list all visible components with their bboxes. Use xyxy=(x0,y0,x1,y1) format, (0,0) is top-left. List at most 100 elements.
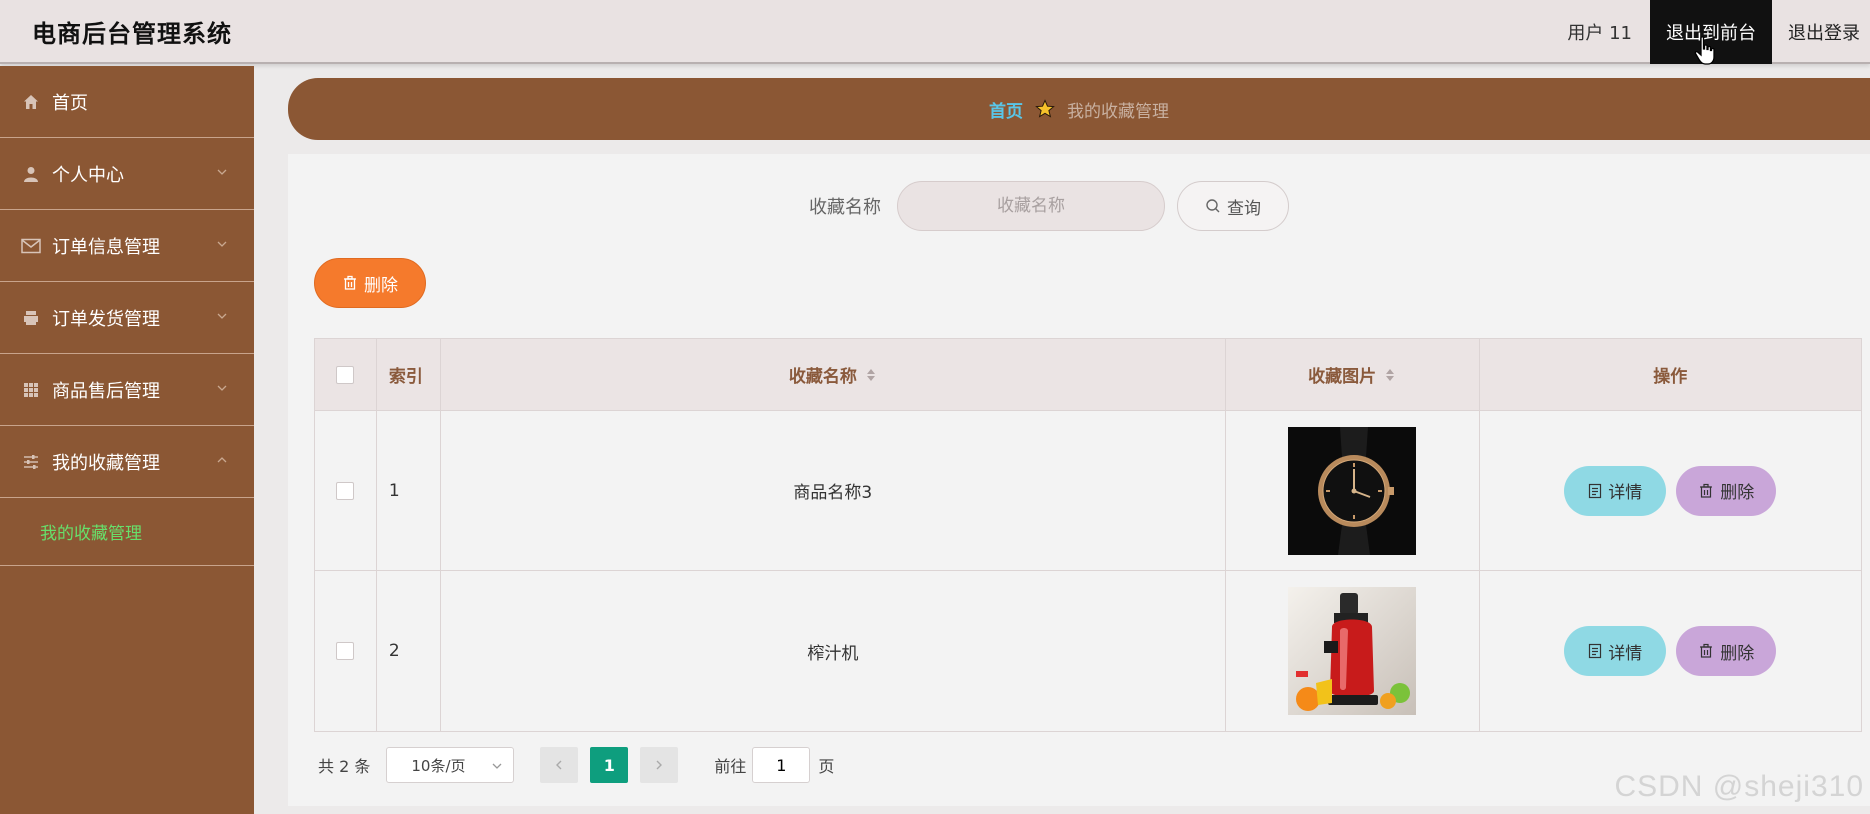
row-delete-button[interactable]: 删除 xyxy=(1676,626,1777,676)
chevron-left-icon xyxy=(556,760,562,770)
user-icon xyxy=(20,163,42,185)
chevron-down-icon xyxy=(217,313,227,319)
row-delete-button[interactable]: 删除 xyxy=(1676,465,1777,516)
sidebar-subitem-label: 我的收藏管理 xyxy=(40,524,142,544)
row-index: 1 xyxy=(377,411,441,570)
detail-button-label: 详情 xyxy=(1608,643,1643,664)
sidebar-item-favorites[interactable]: 我的收藏管理 xyxy=(0,426,254,498)
sort-icon xyxy=(1386,368,1395,381)
table-row: 1 商品名称3 详情 删除 xyxy=(315,411,1861,571)
juicer-image xyxy=(1288,587,1417,715)
hand-cursor-icon xyxy=(1694,36,1715,65)
trash-icon xyxy=(344,275,356,290)
header-checkbox-cell xyxy=(315,339,377,410)
search-bar: 收藏名称 查询 xyxy=(288,180,1870,232)
batch-delete-button[interactable]: 删除 xyxy=(314,258,426,308)
watermark: CSDN @sheji310 xyxy=(1614,770,1864,803)
current-user-label: 用户 11 xyxy=(1567,23,1632,44)
page-size-select[interactable]: 10条/页 xyxy=(386,747,515,783)
detail-button[interactable]: 详情 xyxy=(1564,465,1667,516)
sidebar-item-label: 订单信息管理 xyxy=(52,236,160,258)
document-icon xyxy=(1589,483,1602,498)
table-header-row: 索引 收藏名称 收藏图片 操作 xyxy=(315,339,1861,411)
row-actions: 详情 删除 xyxy=(1480,411,1862,570)
header-actions: 用户 11 退出到前台 退出登录 xyxy=(1549,0,1870,65)
page-size-value: 10条/页 xyxy=(411,756,466,775)
header-image[interactable]: 收藏图片 xyxy=(1226,339,1480,410)
page-unit-label: 页 xyxy=(818,757,835,776)
sidebar-item-label: 个人中心 xyxy=(52,164,124,186)
search-label: 收藏名称 xyxy=(809,197,881,218)
exit-to-front-button[interactable]: 退出到前台 xyxy=(1650,0,1772,65)
detail-button[interactable]: 详情 xyxy=(1564,626,1667,676)
row-image-cell xyxy=(1226,411,1480,570)
row-checkbox-cell xyxy=(315,571,377,731)
sidebar-subitem-my-favorites[interactable]: 我的收藏管理 xyxy=(0,498,254,566)
sidebar: 首页 个人中心 订单信息管理 订单发货管理 商品售后管理 我的收藏管理 我的收藏… xyxy=(0,66,254,814)
chevron-down-icon xyxy=(217,385,227,391)
select-all-checkbox[interactable] xyxy=(336,365,355,384)
breadcrumb-current: 我的收藏管理 xyxy=(1067,101,1169,122)
sidebar-item-profile[interactable]: 个人中心 xyxy=(0,138,254,210)
header-name[interactable]: 收藏名称 xyxy=(441,339,1226,410)
sidebar-item-orders[interactable]: 订单信息管理 xyxy=(0,210,254,282)
favorites-table: 索引 收藏名称 收藏图片 操作 1 商品名称3 详情 删除 2 榨汁机 详情 删… xyxy=(314,338,1862,732)
home-icon xyxy=(20,91,42,113)
top-header: 电商后台管理系统 用户 11 退出到前台 退出登录 xyxy=(0,0,1870,65)
search-icon xyxy=(1206,199,1220,213)
sidebar-item-label: 我的收藏管理 xyxy=(52,452,160,474)
row-name: 榨汁机 xyxy=(441,571,1226,731)
header-image-label: 收藏图片 xyxy=(1308,367,1377,387)
sidebar-item-label: 商品售后管理 xyxy=(52,380,160,402)
chevron-up-icon xyxy=(217,457,227,463)
query-button-label: 查询 xyxy=(1227,198,1261,219)
search-input[interactable] xyxy=(897,181,1165,231)
row-checkbox[interactable] xyxy=(336,642,355,660)
row-name: 商品名称3 xyxy=(441,411,1226,570)
sidebar-item-home[interactable]: 首页 xyxy=(0,66,254,138)
goto-page-input[interactable] xyxy=(752,747,811,783)
row-image-cell xyxy=(1226,571,1480,731)
chevron-down-icon xyxy=(217,169,227,175)
sort-icon xyxy=(866,368,875,381)
grid-icon xyxy=(20,379,42,401)
chevron-down-icon xyxy=(492,763,502,769)
sidebar-item-label: 订单发货管理 xyxy=(52,308,160,330)
wristwatch-image xyxy=(1288,426,1417,555)
sidebar-item-shipping[interactable]: 订单发货管理 xyxy=(0,282,254,354)
row-actions: 详情 删除 xyxy=(1480,571,1862,731)
sliders-icon xyxy=(20,451,42,473)
breadcrumb: 首页 我的收藏管理 xyxy=(288,78,1870,140)
row-delete-label: 删除 xyxy=(1720,643,1755,664)
row-checkbox[interactable] xyxy=(336,481,355,500)
table-row: 2 榨汁机 详情 删除 xyxy=(315,571,1861,731)
pagination-total: 共 2 条 xyxy=(318,757,371,776)
detail-button-label: 详情 xyxy=(1608,483,1643,503)
main-panel: 收藏名称 查询 删除 索引 收藏名称 收藏图片 操作 1 xyxy=(288,154,1870,806)
page-number-1[interactable]: 1 xyxy=(590,747,629,783)
logout-button[interactable]: 退出登录 xyxy=(1772,19,1870,45)
row-index: 2 xyxy=(377,571,441,731)
header-action: 操作 xyxy=(1653,367,1688,387)
printer-icon xyxy=(20,307,42,329)
next-page-button[interactable] xyxy=(640,747,679,783)
sidebar-item-aftersales[interactable]: 商品售后管理 xyxy=(0,354,254,426)
app-title: 电商后台管理系统 xyxy=(32,20,232,48)
query-button[interactable]: 查询 xyxy=(1177,181,1289,231)
pagination: 共 2 条 10条/页 1 前往 页 xyxy=(318,746,834,784)
mail-icon xyxy=(20,235,42,257)
document-icon xyxy=(1589,643,1602,659)
goto-label: 前往 xyxy=(714,757,747,776)
batch-delete-label: 删除 xyxy=(364,275,398,296)
trash-icon xyxy=(1700,643,1713,658)
trash-icon xyxy=(1700,483,1713,498)
header-index: 索引 xyxy=(377,339,441,410)
sidebar-item-label: 首页 xyxy=(52,92,88,114)
chevron-right-icon xyxy=(656,760,663,770)
star-icon xyxy=(1035,99,1055,118)
row-checkbox-cell xyxy=(315,411,377,570)
chevron-down-icon xyxy=(217,241,227,247)
prev-page-button[interactable] xyxy=(540,747,579,783)
header-name-label: 收藏名称 xyxy=(788,367,857,387)
breadcrumb-home-link[interactable]: 首页 xyxy=(989,97,1023,122)
